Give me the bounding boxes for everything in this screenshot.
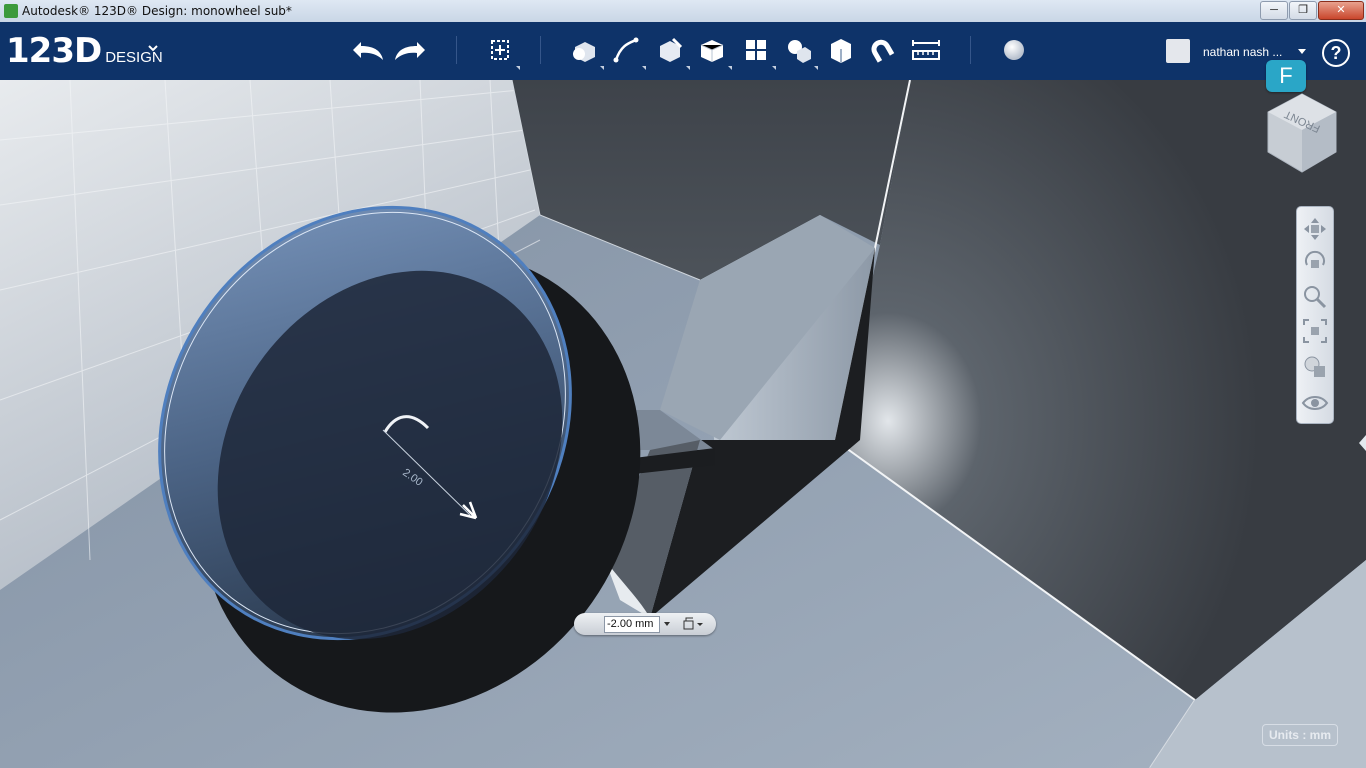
- transform-button[interactable]: [482, 32, 520, 70]
- user-name[interactable]: nathan nash ...: [1203, 45, 1282, 59]
- transform-icon: [491, 40, 509, 60]
- dimension-input-box: -2.00 mm: [574, 613, 716, 635]
- orbit-icon[interactable]: [1301, 249, 1329, 277]
- chevron-down-icon[interactable]: [1298, 49, 1306, 54]
- combine-button[interactable]: [822, 32, 858, 68]
- ruler-icon: [912, 40, 940, 60]
- window-title: Autodesk® 123D® Design: monowheel sub*: [22, 4, 292, 18]
- combine-icon: [831, 39, 851, 63]
- measure-button[interactable]: [908, 32, 944, 68]
- redo-button[interactable]: [392, 32, 428, 68]
- chevron-down-icon[interactable]: [664, 622, 670, 626]
- avatar[interactable]: [1166, 39, 1190, 63]
- undo-icon: [353, 42, 383, 60]
- redo-icon: [395, 42, 425, 60]
- app-menu-button[interactable]: 123D DESIGN: [6, 31, 163, 71]
- view-mode-icon[interactable]: [1301, 353, 1329, 381]
- sketch-button[interactable]: [608, 32, 646, 70]
- undo-button[interactable]: [350, 32, 386, 68]
- material-sphere-icon: [1004, 40, 1024, 60]
- close-button[interactable]: ✕: [1318, 1, 1364, 20]
- fit-view-icon[interactable]: [1301, 317, 1329, 345]
- primitives-button[interactable]: [566, 32, 604, 70]
- construct-button[interactable]: [652, 32, 690, 70]
- main-toolbar: 123D DESIGN: [0, 22, 1366, 81]
- navigation-bar: [1296, 206, 1334, 424]
- eye-icon[interactable]: [1301, 389, 1329, 417]
- units-indicator[interactable]: Units : mm: [1262, 724, 1338, 746]
- pattern-button[interactable]: [738, 32, 776, 70]
- 3d-viewport[interactable]: 2.00 -2.00 mm: [0, 80, 1366, 768]
- f-badge[interactable]: F: [1266, 60, 1306, 92]
- help-button[interactable]: ?: [1322, 39, 1350, 67]
- chevron-down-icon: [148, 45, 158, 52]
- app-icon: [4, 4, 18, 18]
- logo-number: 123D: [6, 31, 102, 71]
- construct-icon: [660, 37, 683, 62]
- sketch-icon: [613, 37, 639, 63]
- view-cube[interactable]: FRONT: [1264, 92, 1340, 176]
- modify-icon: [700, 40, 724, 62]
- pattern-icon: [746, 40, 766, 60]
- toolbar-separator: [540, 36, 541, 64]
- window-title-bar: Autodesk® 123D® Design: monowheel sub* ─…: [0, 0, 1366, 23]
- toolbar-separator: [970, 36, 971, 64]
- scene-canvas[interactable]: 2.00: [0, 80, 1366, 768]
- distance-input[interactable]: -2.00 mm: [604, 616, 660, 633]
- grouping-icon: [788, 40, 811, 63]
- grouping-button[interactable]: [780, 32, 818, 70]
- magnet-icon: [871, 39, 895, 63]
- material-button[interactable]: [996, 32, 1032, 68]
- zoom-icon[interactable]: [1301, 283, 1329, 311]
- maximize-button[interactable]: ❐: [1289, 1, 1317, 20]
- snap-button[interactable]: [864, 32, 900, 68]
- extrude-option-icon[interactable]: [682, 617, 704, 631]
- pan-icon[interactable]: [1301, 215, 1329, 243]
- toolbar-separator: [456, 36, 457, 64]
- primitive-shapes-icon: [573, 42, 595, 62]
- panel-expand-tab[interactable]: [1358, 433, 1366, 453]
- modify-button[interactable]: [694, 32, 732, 70]
- minimize-button[interactable]: ─: [1260, 1, 1288, 20]
